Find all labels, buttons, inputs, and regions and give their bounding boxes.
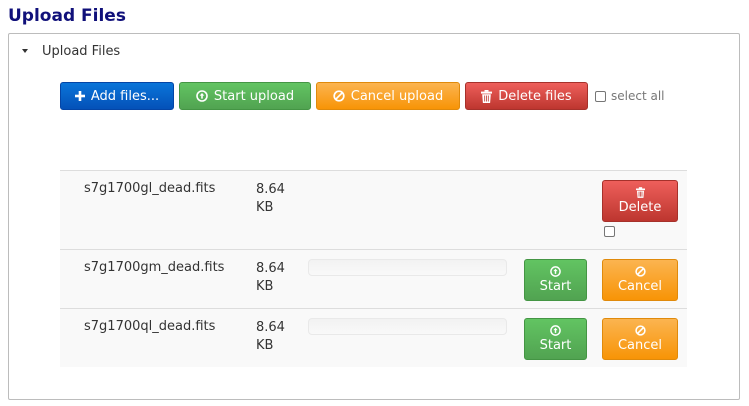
panel-header-label: Upload Files xyxy=(42,43,121,59)
cancel-button[interactable]: Cancel xyxy=(602,318,678,360)
upload-progress-bar xyxy=(308,259,507,276)
file-size: 8.64 KB xyxy=(256,181,296,217)
select-all-label: select all xyxy=(611,89,665,103)
file-name: s7g1700gm_dead.fits xyxy=(84,260,225,275)
plus-icon xyxy=(74,91,85,101)
ban-icon xyxy=(634,265,646,277)
cancel-button[interactable]: Cancel xyxy=(602,259,678,301)
upload-progress-bar xyxy=(308,318,507,335)
file-name: s7g1700gl_dead.fits xyxy=(84,181,216,196)
circle-arrow-up-icon xyxy=(550,265,561,277)
cancel-button-label: Cancel xyxy=(617,278,663,294)
start-upload-button[interactable]: Start upload xyxy=(179,82,311,110)
panel-header-toggle[interactable]: Upload Files xyxy=(18,42,120,60)
trash-icon xyxy=(635,186,645,198)
upload-panel: Upload Files Add files... Start upload C… xyxy=(8,33,740,400)
table-row: s7g1700ql_dead.fits 8.64 KB Start Cancel xyxy=(60,308,687,367)
cancel-upload-button[interactable]: Cancel upload xyxy=(316,82,460,110)
delete-button-label: Delete xyxy=(618,199,662,215)
start-upload-label: Start upload xyxy=(213,88,295,104)
page-title: Upload Files xyxy=(8,6,126,26)
file-table: s7g1700gl_dead.fits 8.64 KB Delete s7g17… xyxy=(60,170,687,367)
start-button-label: Start xyxy=(539,337,572,353)
ban-icon xyxy=(634,324,646,336)
delete-button[interactable]: Delete xyxy=(602,180,678,222)
file-size-unit: KB xyxy=(256,200,274,215)
circle-arrow-up-icon xyxy=(196,90,208,102)
caret-down-icon[interactable] xyxy=(22,49,28,53)
file-size: 8.64 KB xyxy=(256,319,296,355)
upload-toolbar: Add files... Start upload Cancel upload … xyxy=(60,82,665,110)
file-name: s7g1700ql_dead.fits xyxy=(84,319,216,334)
ban-icon xyxy=(333,90,345,102)
file-size-value: 8.64 xyxy=(256,182,285,197)
file-size-unit: KB xyxy=(256,279,274,294)
select-all-checkbox[interactable] xyxy=(595,90,606,102)
file-size-unit: KB xyxy=(256,338,274,353)
cancel-button-label: Cancel xyxy=(617,337,663,353)
start-button-label: Start xyxy=(539,278,572,294)
file-size: 8.64 KB xyxy=(256,260,296,296)
add-files-label: Add files... xyxy=(90,88,160,104)
delete-files-label: Delete files xyxy=(498,88,572,104)
file-size-value: 8.64 xyxy=(256,320,285,335)
table-row: s7g1700gl_dead.fits 8.64 KB Delete xyxy=(60,170,687,249)
select-all-control[interactable]: select all xyxy=(595,89,665,103)
start-button[interactable]: Start xyxy=(524,259,587,301)
trash-icon xyxy=(481,89,493,103)
add-files-button[interactable]: Add files... xyxy=(60,82,174,110)
row-select-checkbox[interactable] xyxy=(604,226,615,237)
file-size-value: 8.64 xyxy=(256,261,285,276)
start-button[interactable]: Start xyxy=(524,318,587,360)
circle-arrow-up-icon xyxy=(550,324,561,336)
table-row: s7g1700gm_dead.fits 8.64 KB Start Cancel xyxy=(60,249,687,308)
delete-files-button[interactable]: Delete files xyxy=(465,82,588,110)
cancel-upload-label: Cancel upload xyxy=(350,88,444,104)
